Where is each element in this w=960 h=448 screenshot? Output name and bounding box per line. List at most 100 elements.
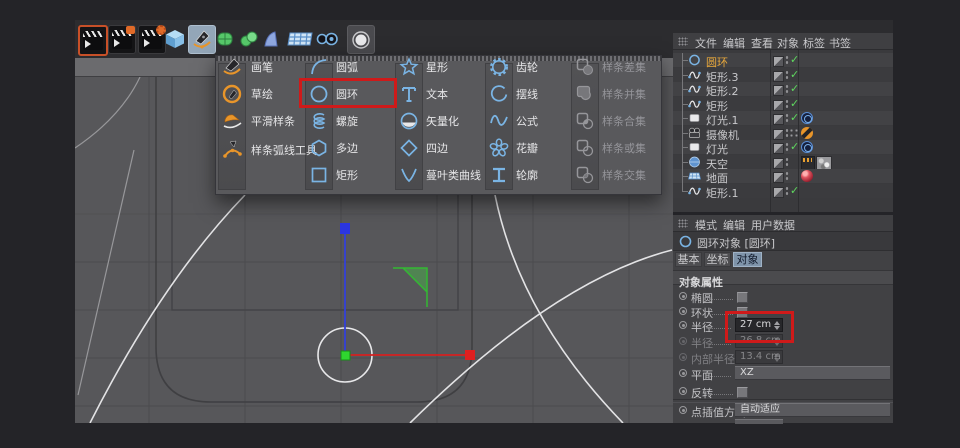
- protection-tag-icon[interactable]: [801, 126, 813, 139]
- axis-handle-z[interactable]: [340, 223, 350, 234]
- sketch-icon: [222, 84, 242, 104]
- object-row-camera[interactable]: 摄像机: [673, 125, 893, 142]
- object-row-rectangle3[interactable]: 矩形.3 ✓: [673, 67, 893, 84]
- panel-grip-icon[interactable]: [678, 219, 688, 228]
- menu-item-spline-and[interactable]: 样条合集: [575, 110, 661, 132]
- om-menu-edit[interactable]: 编辑: [723, 35, 745, 51]
- 4side-icon: [400, 139, 418, 157]
- helix-icon: [313, 113, 326, 129]
- render-picture-viewer-button[interactable]: [108, 25, 136, 54]
- menu-item-spline-arc-tool[interactable]: 样条弧线工具: [222, 139, 322, 161]
- tab-object[interactable]: 对象: [733, 252, 762, 267]
- object-row-floor[interactable]: 地面: [673, 169, 893, 185]
- menu-item-spline-difference[interactable]: 样条差集: [575, 56, 661, 78]
- circle-spline-icon: [689, 54, 700, 66]
- subdivision-surface-button[interactable]: [214, 25, 236, 52]
- spline-smooth-icon: [223, 114, 242, 129]
- om-menu-bookmarks[interactable]: 书签: [829, 35, 851, 51]
- menu-item-cogwheel[interactable]: 齿轮: [489, 56, 559, 78]
- target-tag-icon[interactable]: [801, 112, 813, 124]
- lattice-button[interactable]: [262, 25, 280, 52]
- add-cube-button[interactable]: [162, 25, 188, 52]
- key-radio-icon[interactable]: [679, 321, 687, 329]
- menu-item-helix[interactable]: 螺旋: [309, 110, 379, 132]
- menu-item-spline-smooth[interactable]: 平滑样条: [222, 110, 312, 132]
- key-radio-icon[interactable]: [679, 387, 687, 395]
- spline-object-icon: [688, 71, 701, 79]
- interpolation-dropdown[interactable]: 自动适应: [735, 403, 890, 417]
- menu-item-star[interactable]: 星形: [399, 56, 479, 78]
- volume-button[interactable]: [347, 25, 375, 54]
- menu-item-vectorizer[interactable]: 矢量化: [399, 110, 479, 132]
- menu-item-rectangle[interactable]: 矩形: [309, 164, 379, 186]
- property-row-inner-radius: 内部半径 13.4 cm: [673, 350, 893, 366]
- vectorizer-icon: [400, 112, 418, 130]
- ellipse-checkbox[interactable]: [737, 292, 748, 303]
- menu-item-spline-union[interactable]: 样条并集: [575, 83, 661, 105]
- menu-item-cissoid[interactable]: 蔓叶类曲线: [399, 164, 489, 186]
- plane-dropdown[interactable]: XZ: [735, 366, 890, 380]
- draw-pen-icon: [223, 58, 241, 75]
- om-menu-view[interactable]: 查看: [751, 35, 773, 51]
- profile-icon: [493, 167, 505, 183]
- rectangle-icon: [311, 167, 327, 183]
- tab-coordinates[interactable]: 坐标: [704, 252, 731, 267]
- menu-item-spline-intersect[interactable]: 样条交集: [575, 164, 661, 186]
- symmetry-button[interactable]: [316, 25, 338, 52]
- key-radio-icon[interactable]: [679, 307, 687, 315]
- menu-item-formula[interactable]: 公式: [489, 110, 559, 132]
- tree-line: [682, 53, 683, 191]
- angle-indicator: [393, 267, 428, 307]
- object-title: 圆环对象 [圆环]: [697, 237, 776, 250]
- spline-intersect-icon: [576, 166, 594, 184]
- menu-item-nside[interactable]: 多边: [309, 137, 379, 159]
- panel-grip-icon[interactable]: [678, 37, 688, 46]
- object-row-sky[interactable]: 天空: [673, 154, 893, 171]
- tab-basic[interactable]: 基本: [675, 252, 702, 267]
- property-row-plane: 平面 XZ: [673, 366, 893, 382]
- menu-item-draw-pen[interactable]: 画笔: [222, 56, 302, 78]
- am-menu-userdata[interactable]: 用户数据: [751, 217, 795, 233]
- key-radio-icon[interactable]: [679, 292, 687, 300]
- annotation-highlight-circle-menu: [299, 78, 397, 108]
- menu-item-profile[interactable]: 轮廓: [489, 164, 559, 186]
- extrude-button[interactable]: [238, 25, 260, 52]
- key-radio-icon[interactable]: [679, 406, 687, 414]
- circle-object-icon: [679, 235, 692, 248]
- om-menu-tags[interactable]: 标签: [803, 35, 825, 51]
- om-menu-objects[interactable]: 对象: [777, 35, 799, 51]
- object-row-rectangle1[interactable]: 矩形.1 ✓: [673, 183, 893, 200]
- key-radio-icon: [679, 353, 687, 361]
- cogwheel-icon: [489, 57, 509, 77]
- target-tag-icon[interactable]: [801, 141, 813, 153]
- om-menu-file[interactable]: 文件: [695, 35, 717, 51]
- object-row-rectangle2[interactable]: 矩形.2 ✓: [673, 82, 893, 98]
- render-view-button[interactable]: [78, 25, 108, 56]
- array-button[interactable]: [285, 25, 315, 52]
- object-row-circle[interactable]: 圆环 ✓: [673, 53, 893, 69]
- am-menu-edit[interactable]: 编辑: [723, 217, 745, 233]
- layer-chip[interactable]: [773, 56, 784, 67]
- object-row-light[interactable]: 灯光 ✓: [673, 140, 893, 156]
- visibility-toggles[interactable]: [785, 55, 789, 65]
- symmetry-icon: [316, 32, 338, 45]
- object-row-light1[interactable]: 灯光.1 ✓: [673, 111, 893, 127]
- am-menu-mode[interactable]: 模式: [695, 217, 717, 233]
- menu-item-arc[interactable]: 圆弧: [309, 56, 379, 78]
- menu-item-spline-or[interactable]: 样条或集: [575, 137, 661, 159]
- spline-pen-button[interactable]: [188, 25, 216, 54]
- reverse-checkbox[interactable]: [737, 387, 748, 398]
- menu-item-cycloid[interactable]: 摆线: [489, 83, 559, 105]
- object-origin-handle[interactable]: [340, 350, 351, 361]
- menu-item-text[interactable]: 文本: [399, 83, 479, 105]
- menu-item-4side[interactable]: 四边: [399, 137, 479, 159]
- menu-item-flower[interactable]: 花瓣: [489, 137, 559, 159]
- axis-handle-x[interactable]: [465, 350, 475, 360]
- cycloid-icon: [490, 85, 508, 102]
- compositing-tag-icon[interactable]: [801, 155, 815, 170]
- material-tag-icon[interactable]: [801, 170, 813, 182]
- menu-item-sketch[interactable]: 草绘: [222, 83, 302, 105]
- spline-dropdown-menu: 画笔 草绘 平滑样条 样条弧线工具 圆弧 圆环 螺旋 多边 矩形 星形 文本 矢…: [215, 55, 662, 195]
- key-radio-icon[interactable]: [679, 369, 687, 377]
- object-row-rectangle[interactable]: 矩形 ✓: [673, 96, 893, 113]
